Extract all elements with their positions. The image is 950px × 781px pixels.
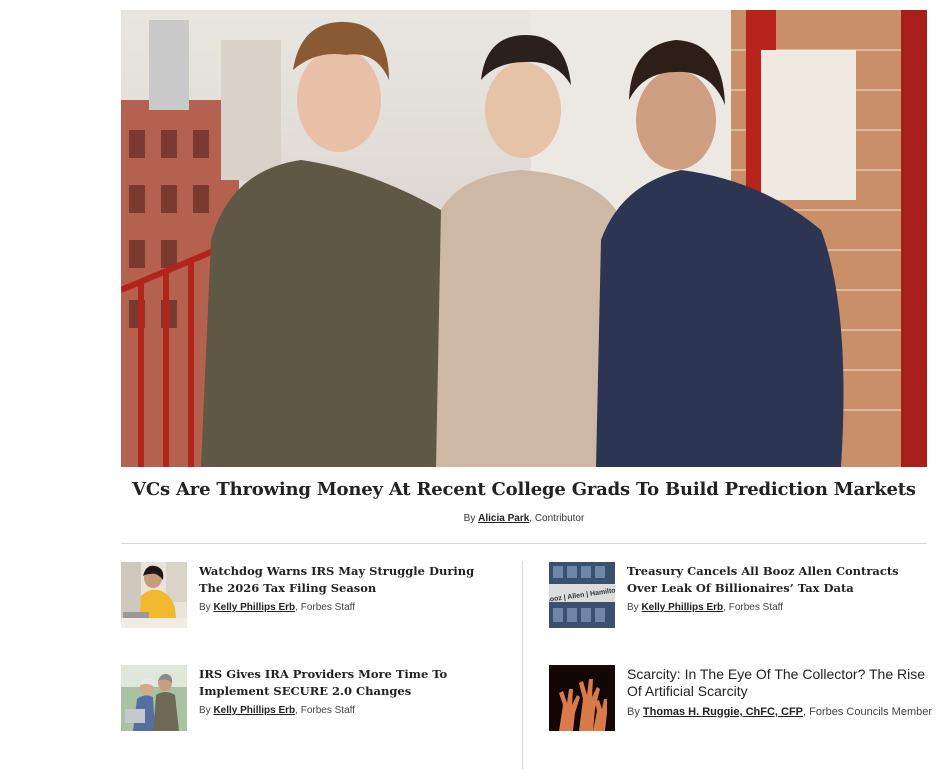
hero-headline[interactable]: VCs Are Throwing Money At Recent College… xyxy=(121,479,927,500)
column-divider xyxy=(522,561,523,769)
article-thumbnail[interactable] xyxy=(121,562,187,628)
author-role: , Forbes Staff xyxy=(295,602,355,613)
article-title[interactable]: Scarcity: In The Eye Of The Collector? T… xyxy=(627,666,927,700)
woman-laptop-photo xyxy=(121,562,187,628)
section-divider xyxy=(121,543,927,544)
author-role: , Contributor xyxy=(529,513,585,524)
article-byline: By Kelly Phillips Erb, Forbes Staff xyxy=(199,705,355,716)
article-card[interactable]: Watchdog Warns IRS May Struggle During T… xyxy=(121,562,506,632)
byline-prefix: By xyxy=(463,513,476,524)
article-title[interactable]: Watchdog Warns IRS May Struggle During T… xyxy=(199,563,499,597)
hero-photo xyxy=(121,10,927,467)
article-card[interactable]: Scarcity: In The Eye Of The Collector? T… xyxy=(549,665,934,735)
couple-laptop-photo xyxy=(121,665,187,731)
article-byline: By Thomas H. Ruggie, ChFC, CFP, Forbes C… xyxy=(627,706,932,718)
author-role: , Forbes Staff xyxy=(295,705,355,716)
author-role: , Forbes Councils Member xyxy=(803,706,933,718)
byline-prefix: By xyxy=(627,602,639,613)
hero-byline: By Alicia Park, Contributor xyxy=(121,513,927,524)
hero-image[interactable] xyxy=(121,10,927,467)
building-sign-photo: Booz | Allen | Hamilton xyxy=(549,562,615,628)
article-card[interactable]: Booz | Allen | Hamilton Treasury Cancels… xyxy=(549,562,934,632)
author-link[interactable]: Kelly Phillips Erb xyxy=(641,602,723,613)
article-title[interactable]: IRS Gives IRA Providers More Time To Imp… xyxy=(199,666,499,700)
author-link[interactable]: Kelly Phillips Erb xyxy=(213,602,295,613)
article-byline: By Kelly Phillips Erb, Forbes Staff xyxy=(199,602,355,613)
article-byline: By Kelly Phillips Erb, Forbes Staff xyxy=(627,602,783,613)
author-link[interactable]: Thomas H. Ruggie, ChFC, CFP xyxy=(643,706,803,718)
author-link[interactable]: Alicia Park xyxy=(478,513,529,524)
article-thumbnail[interactable]: Booz | Allen | Hamilton xyxy=(549,562,615,628)
article-title[interactable]: Treasury Cancels All Booz Allen Contract… xyxy=(627,563,927,597)
byline-prefix: By xyxy=(199,602,211,613)
article-thumbnail[interactable] xyxy=(121,665,187,731)
byline-prefix: By xyxy=(199,705,211,716)
article-card[interactable]: IRS Gives IRA Providers More Time To Imp… xyxy=(121,665,506,735)
article-thumbnail[interactable] xyxy=(549,665,615,731)
byline-prefix: By xyxy=(627,706,640,718)
raised-hands-photo xyxy=(549,665,615,731)
author-link[interactable]: Kelly Phillips Erb xyxy=(213,705,295,716)
author-role: , Forbes Staff xyxy=(723,602,783,613)
